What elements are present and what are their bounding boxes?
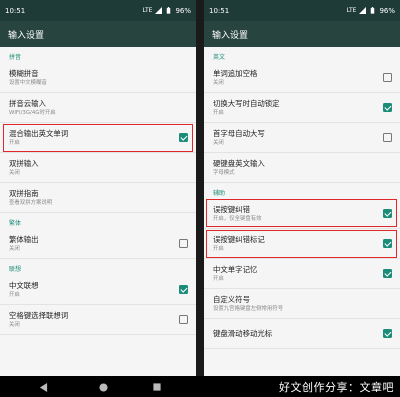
status-icons: LTE 96% xyxy=(346,7,395,15)
key-error-correction-checkbox[interactable] xyxy=(383,209,392,218)
signal-icon xyxy=(155,7,163,14)
setting-subtitle: 关闭 xyxy=(9,321,20,328)
setting-title: 双拼指南 xyxy=(9,188,39,198)
setting-chinese-association[interactable]: 中文联想 开启 xyxy=(0,275,196,305)
settings-list: 英文 单词追加空格 关闭 切换大写时自动锁定 开启 首字母自动大写 关闭 硬键盘… xyxy=(204,47,400,349)
setting-title: 繁体输出 xyxy=(9,234,39,244)
setting-subtitle: 关闭 xyxy=(213,139,224,146)
setting-subtitle: 开启 xyxy=(213,109,224,116)
chinese-association-checkbox[interactable] xyxy=(179,285,188,294)
setting-title: 首字母自动大写 xyxy=(213,128,265,138)
battery-level: 96% xyxy=(175,6,191,15)
setting-title: 双拼输入 xyxy=(9,158,39,168)
setting-title: 拼音云输入 xyxy=(9,98,46,108)
battery-icon xyxy=(167,7,171,14)
setting-subtitle: 开启 xyxy=(213,245,224,252)
recents-square-icon[interactable] xyxy=(150,380,164,394)
setting-pinyin-cloud[interactable]: 拼音云输入 WIFI/3G/4G时开启 xyxy=(0,93,196,123)
setting-subtitle: 开启 xyxy=(9,291,20,298)
section-header-pinyin: 拼音 xyxy=(9,54,22,61)
signal-icon xyxy=(359,7,367,14)
setting-key-error-correction[interactable]: 误按键纠错 开启，仅全键盘有效 xyxy=(204,199,400,229)
setting-fuzzy-pinyin[interactable]: 模糊拼音 设置中文模糊音 xyxy=(0,63,196,93)
network-label: LTE xyxy=(142,7,153,14)
traditional-output-checkbox[interactable] xyxy=(179,239,188,248)
setting-title: 误按键纠错 xyxy=(213,204,250,214)
setting-hardware-keyboard-english[interactable]: 硬键盘英文输入 字母模式 xyxy=(204,153,400,183)
settings-list: 拼音 模糊拼音 设置中文模糊音 拼音云输入 WIFI/3G/4G时开启 混合输出… xyxy=(0,47,196,335)
app-bar: 输入设置 xyxy=(204,21,400,47)
caps-auto-lock-checkbox[interactable] xyxy=(383,103,392,112)
status-bar: 10:51 LTE 96% xyxy=(0,0,196,21)
setting-subtitle: 开启 xyxy=(213,275,224,282)
page-title: 输入设置 xyxy=(8,30,45,41)
setting-subtitle: WIFI/3G/4G时开启 xyxy=(9,109,56,116)
setting-caps-auto-lock[interactable]: 切换大写时自动锁定 开启 xyxy=(204,93,400,123)
status-time: 10:51 xyxy=(209,6,230,15)
single-char-memory-checkbox[interactable] xyxy=(383,269,392,278)
right-screen: 10:51 LTE 96% 输入设置 英文 单词追加空格 关闭 切换大写时自动锁… xyxy=(204,0,400,376)
mixed-english-checkbox[interactable] xyxy=(179,133,188,142)
screen-divider xyxy=(196,0,204,376)
setting-title: 硬键盘英文输入 xyxy=(213,158,265,168)
setting-single-char-memory[interactable]: 中文单字记忆 开启 xyxy=(204,259,400,289)
setting-key-error-mark[interactable]: 误按键纠错标记 开启 xyxy=(204,229,400,259)
setting-subtitle: 关闭 xyxy=(9,245,20,252)
setting-subtitle: 设置九宫格键盘左侧常用符号 xyxy=(213,305,284,312)
setting-title: 中文联想 xyxy=(9,280,39,290)
battery-icon xyxy=(371,7,375,14)
setting-shuangpin-guide[interactable]: 双拼指南 查看双拼方案说明 xyxy=(0,183,196,213)
setting-title: 单词追加空格 xyxy=(213,68,258,78)
setting-traditional-output[interactable]: 繁体输出 关闭 xyxy=(0,229,196,259)
section-header-traditional: 繁体 xyxy=(9,220,22,227)
append-space-checkbox[interactable] xyxy=(383,73,392,82)
setting-subtitle: 关闭 xyxy=(213,79,224,86)
setting-subtitle: 开启，仅全键盘有效 xyxy=(213,215,262,222)
status-icons: LTE 96% xyxy=(142,7,191,15)
section-header-assist: 辅助 xyxy=(213,190,226,197)
back-triangle-icon[interactable] xyxy=(36,380,50,394)
auto-capitalize-checkbox[interactable] xyxy=(383,133,392,142)
setting-mixed-english-output[interactable]: 混合输出英文单词 开启 xyxy=(0,123,196,153)
key-error-mark-checkbox[interactable] xyxy=(383,239,392,248)
setting-subtitle: 开启 xyxy=(9,139,20,146)
setting-subtitle: 字母模式 xyxy=(213,169,235,176)
setting-shuangpin-input[interactable]: 双拼输入 关闭 xyxy=(0,153,196,183)
setting-subtitle: 设置中文模糊音 xyxy=(9,79,47,86)
space-select-checkbox[interactable] xyxy=(179,315,188,324)
setting-title: 空格键选择联想词 xyxy=(9,310,69,320)
setting-title: 混合输出英文单词 xyxy=(9,128,69,138)
setting-subtitle: 关闭 xyxy=(9,169,20,176)
setting-title: 键盘滑动移动光标 xyxy=(213,328,273,338)
status-time: 10:51 xyxy=(5,6,26,15)
setting-title: 自定义符号 xyxy=(213,294,250,304)
watermark-text: 好文创作分享：文章吧 xyxy=(279,381,394,394)
setting-title: 误按键纠错标记 xyxy=(213,234,265,244)
left-screen: 10:51 LTE 96% 输入设置 拼音 模糊拼音 设置中文模糊音 拼音云输入… xyxy=(0,0,196,376)
app-bar: 输入设置 xyxy=(0,21,196,47)
setting-title: 模糊拼音 xyxy=(9,68,39,78)
setting-subtitle: 查看双拼方案说明 xyxy=(9,199,53,206)
section-header-association: 联想 xyxy=(9,266,22,273)
setting-space-select-association[interactable]: 空格键选择联想词 关闭 xyxy=(0,305,196,335)
status-bar: 10:51 LTE 96% xyxy=(204,0,400,21)
network-label: LTE xyxy=(346,7,357,14)
swipe-move-cursor-checkbox[interactable] xyxy=(383,329,392,338)
setting-title: 中文单字记忆 xyxy=(213,264,258,274)
page-title: 输入设置 xyxy=(212,30,249,41)
setting-custom-symbols[interactable]: 自定义符号 设置九宫格键盘左侧常用符号 xyxy=(204,289,400,319)
section-header-english: 英文 xyxy=(213,54,226,61)
setting-swipe-move-cursor[interactable]: 键盘滑动移动光标 xyxy=(204,319,400,349)
setting-append-space[interactable]: 单词追加空格 关闭 xyxy=(204,63,400,93)
setting-title: 切换大写时自动锁定 xyxy=(213,98,280,108)
battery-level: 96% xyxy=(379,6,395,15)
setting-auto-capitalize[interactable]: 首字母自动大写 关闭 xyxy=(204,123,400,153)
home-circle-icon[interactable] xyxy=(96,380,110,394)
